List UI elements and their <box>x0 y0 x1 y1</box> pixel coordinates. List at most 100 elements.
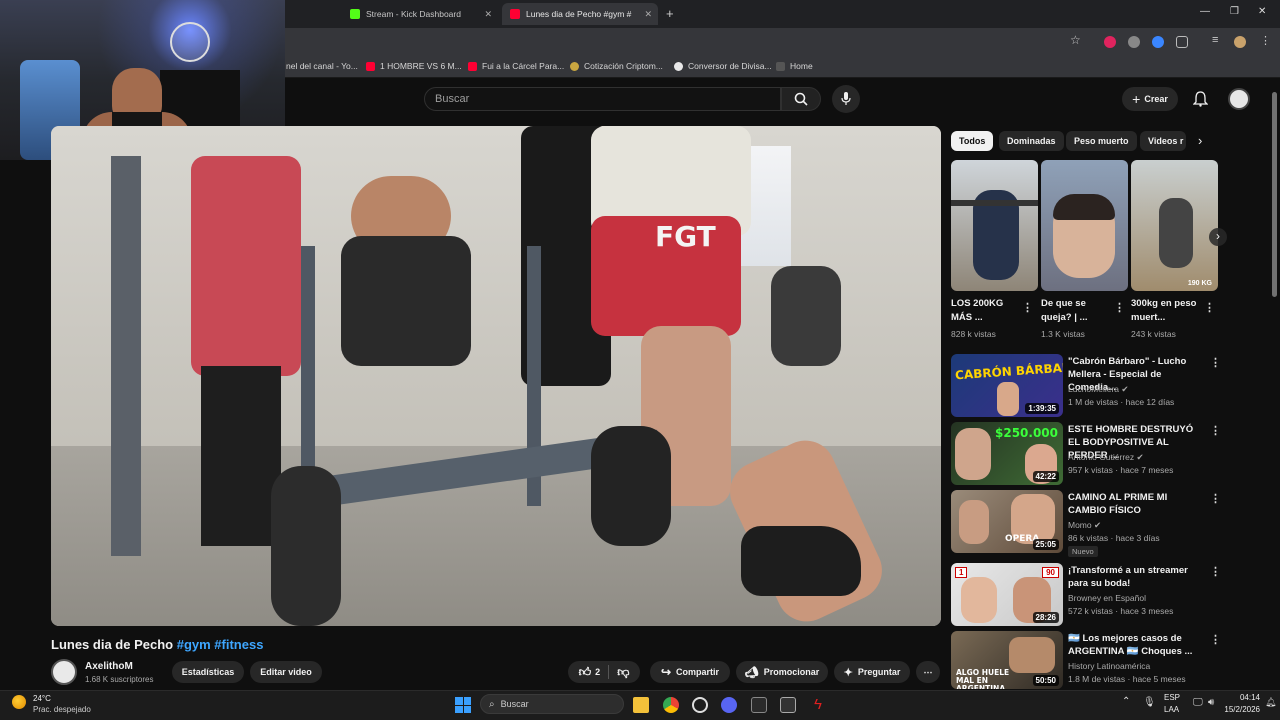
taskbar-search-input[interactable]: ⌕ Buscar <box>480 694 624 714</box>
weather-temp[interactable]: 24°C <box>33 694 51 703</box>
video-channel[interactable]: Browney en Español <box>1068 593 1146 603</box>
close-window-icon[interactable]: ✕ <box>1258 6 1266 17</box>
bookmark-item[interactable]: Conversor de Divisa... <box>674 61 772 71</box>
shorts-next-icon[interactable]: › <box>1209 228 1227 246</box>
create-button[interactable]: + Crear <box>1122 87 1178 111</box>
short-thumbnail[interactable] <box>1041 160 1128 291</box>
short-title[interactable]: 300kg en peso muert... <box>1131 297 1207 325</box>
weather-icon[interactable] <box>12 695 26 709</box>
maximize-icon[interactable]: ❐ <box>1230 6 1239 17</box>
tab-kick-dashboard[interactable]: Stream - Kick Dashboard ✕ <box>342 3 498 25</box>
app-icon[interactable] <box>780 697 796 713</box>
short-thumbnail[interactable]: 190 KG <box>1131 160 1218 291</box>
file-explorer-icon[interactable] <box>633 697 649 713</box>
video-player[interactable]: FGT <box>51 126 941 626</box>
video-menu-icon[interactable]: ⋮ <box>1210 356 1221 369</box>
app-icon[interactable] <box>751 697 767 713</box>
video-thumbnail[interactable]: OPERA 25:05 <box>951 490 1063 553</box>
video-thumbnail[interactable]: $250.000 42:22 <box>951 422 1063 485</box>
notification-center-icon[interactable]: 🔔︎ <box>1265 697 1276 708</box>
video-thumbnail[interactable]: CABRÓN BÁRBARO 1:39:35 <box>951 354 1063 417</box>
new-tab-icon[interactable]: + <box>666 6 674 21</box>
video-channel[interactable]: Momo ✔ <box>1068 520 1101 531</box>
video-thumbnail[interactable]: 1 90 28:26 <box>951 563 1063 626</box>
bookmark-item[interactable]: Home <box>776 61 813 71</box>
bookmark-star-icon[interactable]: ☆ <box>1070 33 1081 47</box>
video-menu-icon[interactable]: ⋮ <box>1210 565 1221 578</box>
dislike-button[interactable]: 👎︎ <box>617 665 629 680</box>
short-menu-icon[interactable]: ⋮ <box>1022 301 1033 314</box>
more-actions-button[interactable]: ⋯ <box>916 661 940 683</box>
browser-menu-icon[interactable]: ⋮ <box>1260 34 1271 47</box>
video-channel[interactable]: History Latinoamérica <box>1068 661 1150 671</box>
video-channel[interactable]: LuchoMellera ✔ <box>1068 384 1129 395</box>
sparkle-icon: ✦ <box>843 666 853 679</box>
network-icon[interactable]: 🖵︎ <box>1193 697 1203 708</box>
page-scrollbar[interactable] <box>1272 92 1277 297</box>
short-menu-icon[interactable]: ⋮ <box>1204 301 1215 314</box>
video-hashtags[interactable]: #gym #fitness <box>177 637 264 652</box>
short-menu-icon[interactable]: ⋮ <box>1114 301 1125 314</box>
extension-icon[interactable] <box>1152 36 1164 48</box>
video-thumbnail[interactable]: ALGO HUELE MAL EN ARGENTINA 50:50 <box>951 631 1063 689</box>
extensions-puzzle-icon[interactable] <box>1176 36 1188 48</box>
youtube-search-input[interactable]: Buscar <box>424 87 781 111</box>
stats-button[interactable]: Estadísticas <box>172 661 244 683</box>
extension-icon[interactable] <box>1128 36 1140 48</box>
video-menu-icon[interactable]: ⋮ <box>1210 492 1221 505</box>
extension-icon[interactable] <box>1104 36 1116 48</box>
chip-videos[interactable]: Videos r <box>1140 131 1186 151</box>
search-button[interactable] <box>781 87 821 111</box>
short-title[interactable]: De que se queja? | ... <box>1041 297 1117 325</box>
comedian-image <box>997 382 1019 416</box>
share-arrow-icon: ↪ <box>660 665 672 679</box>
share-button[interactable]: ↪ Compartir <box>650 661 730 683</box>
channel-avatar[interactable] <box>51 659 77 685</box>
minimize-icon[interactable]: — <box>1200 6 1210 17</box>
chip-deadlift[interactable]: Peso muerto <box>1066 131 1137 151</box>
windows-start-icon[interactable] <box>455 697 471 713</box>
chip-all[interactable]: Todos <box>951 131 994 151</box>
video-menu-icon[interactable]: ⋮ <box>1210 424 1221 437</box>
video-title-link[interactable]: ¡Transformé a un streamer para su boda! <box>1068 564 1204 590</box>
plus-icon: + <box>1132 91 1141 107</box>
microphone-tray-icon[interactable]: 🎙︎ <box>1143 697 1156 708</box>
obs-icon[interactable] <box>692 697 708 713</box>
keyboard-layout: LAA <box>1164 705 1180 714</box>
video-channel[interactable]: Antonio Gutiérrez ✔ <box>1068 452 1144 463</box>
voice-search-button[interactable] <box>832 85 860 113</box>
language-indicator[interactable]: ESP <box>1164 693 1180 702</box>
bookmark-item[interactable]: nel del canal - Yo... <box>286 61 358 71</box>
like-button[interactable]: 👍︎ 2 <box>579 665 601 680</box>
short-title[interactable]: LOS 200KG MÁS ... <box>951 297 1027 325</box>
chip-pullups[interactable]: Dominadas <box>999 131 1064 151</box>
discord-icon[interactable] <box>721 697 737 713</box>
close-tab-icon[interactable]: ✕ <box>644 9 652 20</box>
chrome-icon[interactable] <box>663 697 679 713</box>
video-duration: 25:05 <box>1032 539 1059 550</box>
video-title-link[interactable]: CAMINO AL PRIME MI CAMBIO FÍSICO <box>1068 491 1204 517</box>
chips-next-icon[interactable]: › <box>1198 133 1202 148</box>
profile-avatar[interactable] <box>1234 36 1246 48</box>
tray-expand-icon[interactable]: ⌃ <box>1122 696 1130 707</box>
bookmark-item[interactable]: Fui a la Cárcel Para... <box>468 61 564 71</box>
sneaker-image <box>741 526 861 596</box>
tab-youtube-video[interactable]: Lunes dia de Pecho #gym # ✕ <box>502 3 658 25</box>
notifications-button[interactable] <box>1192 91 1209 112</box>
edit-video-button[interactable]: Editar video <box>250 661 322 683</box>
video-title-link[interactable]: 🇦🇷 Los mejores casos de ARGENTINA 🇦🇷 Cho… <box>1068 632 1204 658</box>
short-thumbnail[interactable] <box>951 160 1038 291</box>
thumbs-up-icon: 👍︎ <box>578 664 592 679</box>
bookmark-item[interactable]: Cotización Criptom... <box>570 61 663 71</box>
close-tab-icon[interactable]: ✕ <box>484 9 492 20</box>
volume-icon[interactable]: 🔊︎ <box>1208 697 1214 708</box>
ask-button[interactable]: ✦ Preguntar <box>834 661 910 683</box>
channel-name[interactable]: AxelithoM <box>85 661 133 672</box>
promote-button[interactable]: 📣︎ Promocionar <box>736 661 828 683</box>
account-avatar[interactable] <box>1228 88 1250 110</box>
bookmark-item[interactable]: 1 HOMBRE VS 6 M... <box>366 61 462 71</box>
clock-time[interactable]: 04:14 <box>1224 693 1260 702</box>
video-menu-icon[interactable]: ⋮ <box>1210 633 1221 646</box>
lightning-app-icon[interactable]: ϟ <box>810 697 826 713</box>
reading-list-icon[interactable]: ≡ <box>1212 34 1218 46</box>
